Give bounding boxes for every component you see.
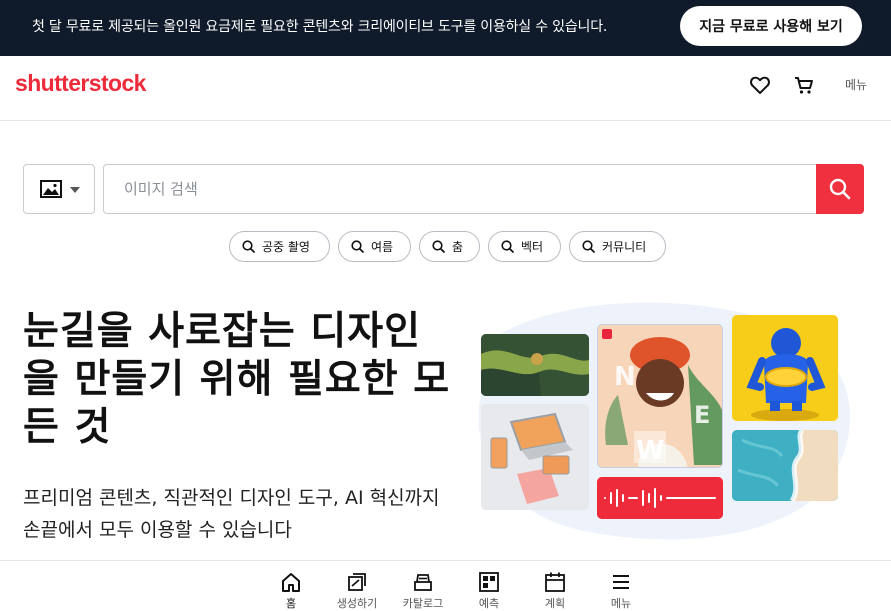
shutterstock-logo[interactable]: shutterstock — [15, 70, 146, 97]
search-icon — [351, 240, 364, 253]
new-portrait-image[interactable]: N E W — [597, 324, 723, 468]
create-icon — [348, 573, 366, 591]
chip-label: 춤 — [452, 240, 464, 254]
beach-aerial-image[interactable] — [732, 430, 838, 501]
nav-plan[interactable]: 계획 — [520, 561, 590, 610]
site-header: shutterstock 메뉴 — [0, 56, 891, 121]
chip-community[interactable]: 커뮤니티 — [569, 231, 666, 262]
chevron-down-icon — [70, 187, 80, 193]
chip-summer[interactable]: 여름 — [338, 231, 411, 262]
collage-letter-n: N — [614, 362, 636, 392]
search-type-select[interactable] — [23, 164, 95, 214]
search-input[interactable] — [103, 164, 817, 214]
home-icon — [282, 573, 300, 592]
chip-label: 공중 촬영 — [262, 240, 310, 254]
chip-vector[interactable]: 벡터 — [488, 231, 561, 262]
hero-subtext: 프리미엄 콘텐츠, 직관적인 디자인 도구, AI 혁신까지 손끝에서 모두 이… — [23, 487, 440, 541]
cart-icon[interactable] — [792, 73, 816, 97]
chip-label: 벡터 — [521, 240, 544, 254]
nav-menu[interactable]: 메뉴 — [586, 561, 656, 610]
promo-banner: 첫 달 무료로 제공되는 올인원 요금제로 필요한 콘텐츠와 크리에이티브 도구… — [0, 0, 891, 56]
chip-label: 커뮤니티 — [602, 240, 647, 254]
image-icon — [40, 180, 62, 198]
free-trial-button[interactable]: 지금 무료로 사용해 보기 — [680, 6, 862, 46]
collage-letter-e: E — [694, 401, 710, 429]
predict-icon — [479, 572, 499, 592]
nav-predict[interactable]: 예측 — [454, 561, 524, 610]
audio-waveform-tile[interactable] — [597, 477, 723, 519]
chip-aerial[interactable]: 공중 촬영 — [229, 231, 330, 262]
search-icon — [242, 240, 255, 253]
hero-headline: 눈길을 사로잡는 디자인을 만들기 위해 필요한 모든 것 — [23, 309, 451, 450]
calendar-icon — [545, 572, 565, 592]
catalog-icon — [414, 574, 432, 591]
search-icon — [501, 240, 514, 253]
nav-home[interactable]: 홈 — [256, 561, 326, 610]
devices-mockup-image[interactable] — [481, 404, 589, 510]
header-menu-link[interactable]: 메뉴 — [845, 76, 867, 93]
heart-icon[interactable] — [748, 73, 772, 97]
bottom-navigation: 홈 생성하기 카탈로그 예측 계획 메뉴 — [0, 560, 891, 610]
search-button[interactable] — [816, 164, 864, 214]
nav-create[interactable]: 생성하기 — [322, 561, 392, 610]
search-icon — [432, 240, 445, 253]
green-abstract-image[interactable] — [481, 334, 589, 396]
search-icon — [829, 178, 851, 200]
nav-catalog[interactable]: 카탈로그 — [388, 561, 458, 610]
collage-letter-w: W — [636, 436, 665, 466]
blue-character-image[interactable] — [732, 315, 838, 421]
promo-text: 첫 달 무료로 제공되는 올인원 요금제로 필요한 콘텐츠와 크리에이티브 도구… — [32, 19, 608, 35]
menu-icon — [613, 575, 629, 589]
chip-label: 여름 — [371, 240, 394, 254]
chip-dance[interactable]: 춤 — [419, 231, 480, 262]
search-icon — [582, 240, 595, 253]
